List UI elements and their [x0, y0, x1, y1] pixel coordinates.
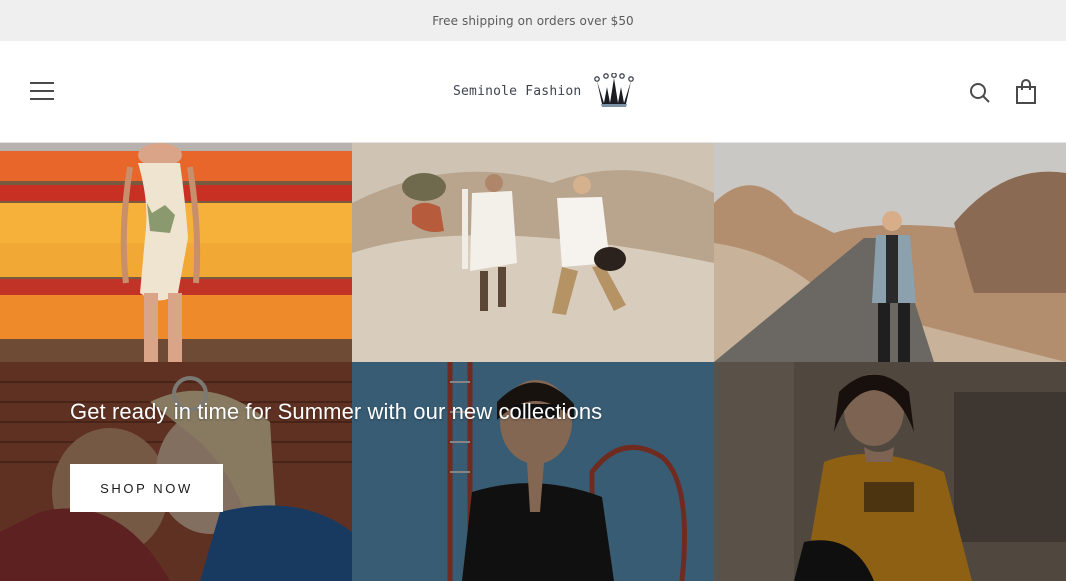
announcement-text: Free shipping on orders over $50 — [432, 13, 634, 28]
hero-image-canyon-road — [714, 143, 1066, 362]
search-icon[interactable] — [969, 82, 991, 104]
store-logo[interactable]: Seminole Fashion — [453, 71, 637, 111]
hero-heading: Get ready in time for Summer with our ne… — [70, 399, 603, 424]
shopping-bag-icon[interactable] — [1015, 79, 1037, 105]
hamburger-menu-icon[interactable] — [30, 81, 54, 101]
hero-image-desert-couple — [352, 143, 714, 362]
announcement-bar: Free shipping on orders over $50 — [0, 0, 1066, 41]
site-header: Seminole Fashion — [0, 41, 1066, 143]
logo-text: Seminole Fashion — [453, 83, 582, 99]
shop-now-button[interactable]: SHOP NOW — [70, 464, 223, 512]
crown-icon — [594, 73, 635, 107]
hero-image-kayak-swimsuit — [0, 143, 352, 362]
hero-banner: Get ready in time for Summer with our ne… — [0, 143, 1066, 581]
